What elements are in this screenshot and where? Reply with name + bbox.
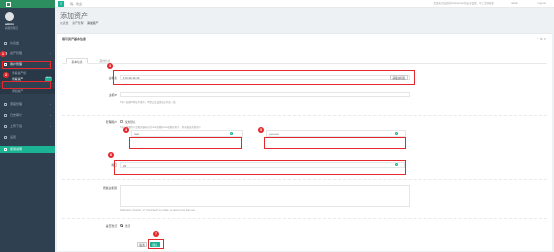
sidebar-item-label: 日志审计 [10,113,23,117]
divider [62,179,547,180]
tab-other-info[interactable]: 其他信息 [94,58,116,64]
security-notice[interactable]: 您还未完成您的Jumpserver的安全设置，马上立即更正 [433,0,494,8]
sidebar-item-label: 资产管理 [10,51,23,55]
admin-user-label: 管理用户 [105,120,117,124]
breadcrumb-item: 添加资产 [87,21,99,25]
sidebar-item-assets[interactable]: 资产管理 ‹ [0,50,55,57]
annotation-marker: 7 [153,231,159,237]
ip-input[interactable] [120,92,410,97]
sidebar-item-upload-download[interactable]: 上传下载 ‹ [0,123,55,130]
logo-icon [6,1,11,7]
upload-icon [4,125,7,128]
sidebar-item-logs[interactable]: 日志审计 ‹ [0,112,55,119]
sidebar-item-label: 设置 [10,135,17,139]
log-icon [4,114,7,117]
annotation-box-hostname [113,70,415,85]
breadcrumb-item[interactable]: 仪表盘 [60,21,68,25]
sidebar-item-dashboard[interactable]: 仪表盘 [0,40,55,47]
dashboard-icon [4,42,7,45]
topbar-user[interactable]: admin [511,0,518,8]
ip-help: Tips: 如果IP地址不填写，IP默认会设置成主机名一致 [120,101,176,104]
annotation-box-submit [148,239,164,249]
cancel-button[interactable]: 取消 [137,242,147,247]
breadcrumb-item[interactable]: 资产管理 [72,21,83,25]
top-bar: ≡ 嗨，欢迎 您还未完成您的Jumpserver的安全设置，马上立即更正 adm… [55,0,554,8]
calendar-icon [4,103,7,106]
user-toggle-icon[interactable]: + [230,132,233,135]
ip-label: 主机IP [108,93,117,97]
annotation-box-password [264,137,406,149]
breadcrumb: 仪表盘 资产管理 添加资产 [60,21,101,25]
chevron-left-icon: ‹ [50,125,51,128]
sidebar-item-settings[interactable]: 设置 [0,134,55,141]
welcome-text: 嗨，欢迎 [70,2,83,6]
group-label: 所属主机组 [103,186,117,190]
user-role[interactable]: 超级管理员 [5,26,18,30]
chevron-left-icon: ‹ [50,114,51,117]
group-help: Hold down "Control", or "Command" on a M… [120,209,196,212]
annotation-marker: 4 [123,127,129,133]
chevron-left-icon: ‹ [50,52,51,55]
menu-toggle-icon[interactable]: ≡ [58,1,64,7]
annotation-box-users [2,61,51,69]
logo-bar [0,0,55,8]
annotation-marker: 2 [3,72,9,78]
sidebar-item-label: 使用说明 [10,147,23,151]
panel-title: 填写资产基本信息 [62,37,87,41]
chevron-left-icon: ‹ [50,103,51,106]
admin-username-input[interactable]: root [131,130,243,137]
password-toggle-icon[interactable]: + [395,132,398,135]
active-radio[interactable] [120,224,123,227]
admin-help: Tips: 管理用户是服务器存在的root或拥有root权限的用户，用来推送系统… [120,126,201,129]
use-default-label: 使用默认 [125,121,136,124]
annotation-box-username [129,137,242,149]
logout-link[interactable]: Log out [538,0,546,8]
tab-basic-info[interactable]: 基本信息 [66,58,88,64]
active-option-label: 激活 [125,225,131,228]
panel-controls[interactable]: ⌃ ⚙ ✕ [537,37,546,41]
annotation-marker: 5 [258,127,264,133]
page-title: 添加资产 [60,13,88,20]
sidebar-item-help[interactable]: 使用说明 [0,146,55,153]
sidebar-item-label: 调度管理 [10,102,23,106]
group-select[interactable] [120,185,410,207]
annotation-box-port [114,160,406,175]
help-icon [4,148,7,151]
use-default-checkbox[interactable] [120,120,123,123]
tab-bar: 基本信息 其他信息 [62,58,547,64]
hostname-label: 主机名 [108,76,117,80]
gear-icon [4,136,7,139]
annotation-marker: 6 [108,152,114,158]
sidebar-item-label: 上传下载 [10,124,23,128]
annotation-marker: 1 [0,51,6,57]
sidebar-item-label: 仪表盘 [10,41,20,45]
sidebar-item-schedule[interactable]: 调度管理 ‹ [0,101,55,108]
active-label: 是否激活 [105,224,117,228]
annotation-marker: 3 [107,63,113,69]
avatar[interactable] [5,12,14,21]
divider [62,218,547,219]
port-label: 端口 [111,163,117,167]
annotation-box-add-asset [2,81,51,89]
sidebar: admin 超级管理员 仪表盘 资产管理 ‹ 用户管理 ⌄ 查看资产组 查看资产… [0,0,55,252]
admin-password-input[interactable]: •••••••••• [266,130,406,137]
divider [62,115,547,116]
